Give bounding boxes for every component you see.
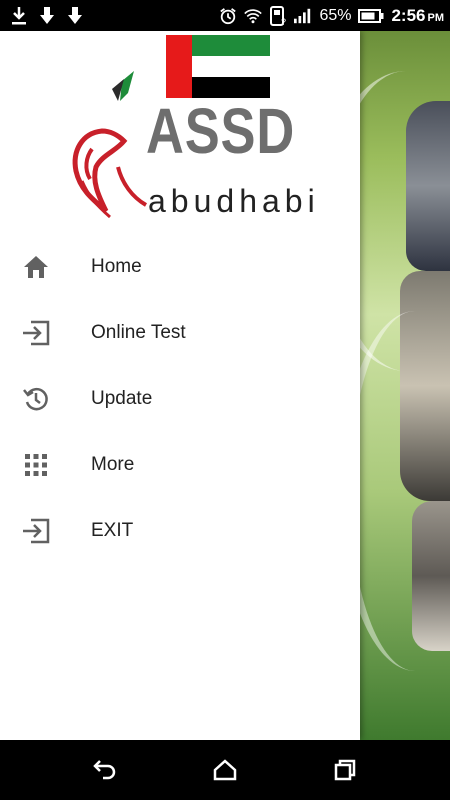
back-icon[interactable] (93, 758, 117, 782)
signal-icon (294, 7, 312, 25)
uae-flag (166, 35, 270, 98)
recents-icon[interactable] (333, 758, 357, 782)
menu-label: EXIT (91, 520, 134, 541)
time-text: 2:56 (391, 5, 426, 25)
battery-icon (358, 7, 384, 25)
logo-title: ASSD (146, 95, 296, 167)
data-saver-icon: ? (269, 5, 287, 26)
navigation-drawer: ASSD abudhabi Home Online Test Update Mo… (0, 31, 360, 740)
notification-icons (10, 6, 84, 25)
logo-subtitle: abudhabi (148, 183, 320, 219)
assd-logo: ASSD abudhabi (52, 31, 315, 234)
background-photo (406, 101, 450, 271)
menu-item-more[interactable]: More (0, 432, 360, 498)
menu-item-home[interactable]: Home (0, 234, 360, 300)
arrow-down-icon (38, 6, 56, 25)
system-status: ? 65% 2:56 PM (219, 5, 444, 26)
arrow-down-icon (66, 6, 84, 25)
falcon-icon (72, 71, 148, 219)
home-icon (22, 253, 50, 281)
clock: 2:56 PM (391, 6, 444, 26)
apps-grid-icon (22, 451, 50, 479)
history-icon (22, 385, 50, 413)
system-nav-bar (0, 740, 450, 800)
login-icon (22, 319, 50, 347)
decorative-swoosh (360, 311, 450, 671)
status-bar: ? 65% 2:56 PM (0, 0, 450, 31)
menu-label: Online Test (91, 322, 186, 343)
home-icon[interactable] (213, 758, 237, 782)
background-app-content[interactable] (360, 31, 450, 740)
menu-item-exit[interactable]: EXIT (0, 498, 360, 564)
drawer-menu: Home Online Test Update More EXIT (0, 234, 360, 564)
ampm-text: PM (427, 11, 445, 24)
menu-item-update[interactable]: Update (0, 366, 360, 432)
menu-label: More (91, 454, 135, 475)
drawer-header: ASSD abudhabi (0, 31, 360, 234)
download-icon (10, 6, 28, 25)
wifi-icon (244, 7, 263, 25)
battery-percent: 65% (319, 6, 352, 24)
alarm-icon (219, 7, 237, 25)
svg-text:?: ? (281, 17, 286, 26)
exit-icon (22, 517, 50, 545)
menu-label: Update (91, 388, 153, 409)
menu-item-online-test[interactable]: Online Test (0, 300, 360, 366)
menu-label: Home (91, 256, 142, 277)
